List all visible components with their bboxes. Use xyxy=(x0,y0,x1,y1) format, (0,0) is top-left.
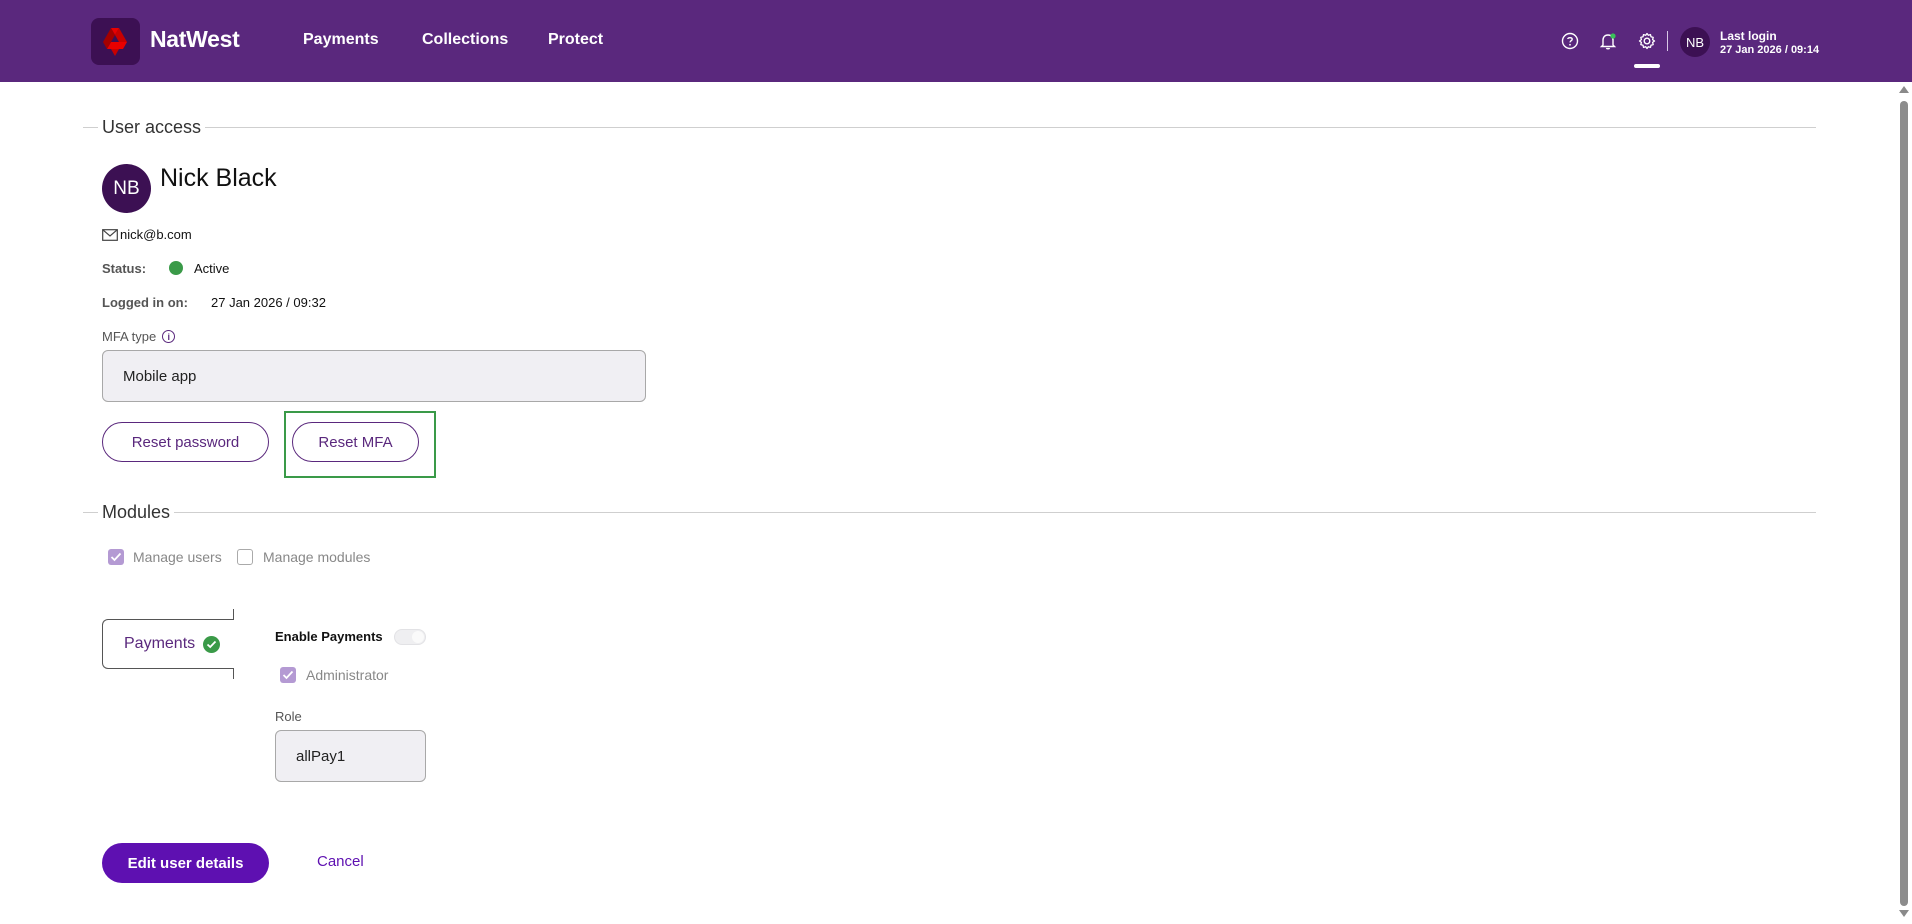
info-icon[interactable]: i xyxy=(162,330,176,343)
manage-modules-label: Manage modules xyxy=(263,549,371,565)
reset-mfa-button[interactable]: Reset MFA xyxy=(292,422,419,462)
nav-collections[interactable]: Collections xyxy=(422,31,508,49)
scroll-up-arrow-icon[interactable] xyxy=(1899,86,1909,93)
top-navigation-bar: NatWest Payments Collections Protect NB … xyxy=(0,0,1912,82)
last-login-value: 27 Jan 2026 / 09:14 xyxy=(1720,44,1820,56)
scroll-down-arrow-icon[interactable] xyxy=(1899,910,1909,917)
reset-password-button[interactable]: Reset password xyxy=(102,422,269,462)
user-name: Nick Black xyxy=(160,164,277,192)
brand-name: NatWest xyxy=(150,26,240,52)
logged-in-label: Logged in on: xyxy=(102,295,188,310)
modules-title: Modules xyxy=(98,502,175,523)
role-field[interactable]: allPay1 xyxy=(275,730,426,782)
checkmark-icon xyxy=(282,670,294,680)
user-email: nick@b.com xyxy=(120,227,192,242)
manage-users-checkbox[interactable] xyxy=(108,549,124,565)
logged-in-value: 27 Jan 2026 / 09:32 xyxy=(211,295,326,310)
envelope-icon xyxy=(102,228,118,241)
status-value: Active xyxy=(194,261,230,276)
role-label: Role xyxy=(275,709,302,724)
checkmark-icon xyxy=(110,552,122,562)
toggle-knob xyxy=(412,631,424,643)
last-login-title: Last login xyxy=(1720,29,1777,43)
settings-gear-icon[interactable] xyxy=(1636,30,1658,52)
user-access-title: User access xyxy=(98,117,206,138)
enable-payments-label: Enable Payments xyxy=(275,629,383,644)
active-settings-indicator xyxy=(1634,64,1660,68)
natwest-logo-icon[interactable] xyxy=(91,18,140,65)
help-icon[interactable] xyxy=(1559,30,1581,52)
mfa-type-label: MFA type i xyxy=(102,329,176,344)
modules-divider xyxy=(83,512,1816,513)
notification-bell-icon[interactable] xyxy=(1597,30,1619,52)
check-circle-icon xyxy=(203,635,221,653)
nav-protect[interactable]: Protect xyxy=(548,31,603,49)
email-row: nick@b.com xyxy=(102,227,192,242)
status-active-dot xyxy=(169,261,183,275)
mfa-type-field[interactable]: Mobile app xyxy=(102,350,646,402)
manage-modules-checkbox[interactable] xyxy=(237,549,253,565)
status-label: Status: xyxy=(102,261,147,276)
tab-payments[interactable]: Payments xyxy=(102,619,234,669)
user-access-divider xyxy=(83,127,1816,128)
cancel-link[interactable]: Cancel xyxy=(317,853,364,870)
manage-users-label: Manage users xyxy=(133,549,222,565)
mfa-type-label-text: MFA type xyxy=(102,329,157,344)
header-divider xyxy=(1667,31,1668,51)
administrator-checkbox[interactable] xyxy=(280,667,296,683)
scrollbar-thumb[interactable] xyxy=(1900,101,1908,906)
nav-payments[interactable]: Payments xyxy=(303,31,379,49)
administrator-label: Administrator xyxy=(306,667,389,683)
tab-connector-bottom xyxy=(233,668,234,679)
edit-user-details-button[interactable]: Edit user details xyxy=(102,843,269,883)
header-user-avatar[interactable]: NB xyxy=(1680,27,1710,57)
user-avatar: NB xyxy=(102,164,151,213)
enable-payments-toggle[interactable] xyxy=(394,629,426,645)
tab-payments-label: Payments xyxy=(124,635,196,652)
